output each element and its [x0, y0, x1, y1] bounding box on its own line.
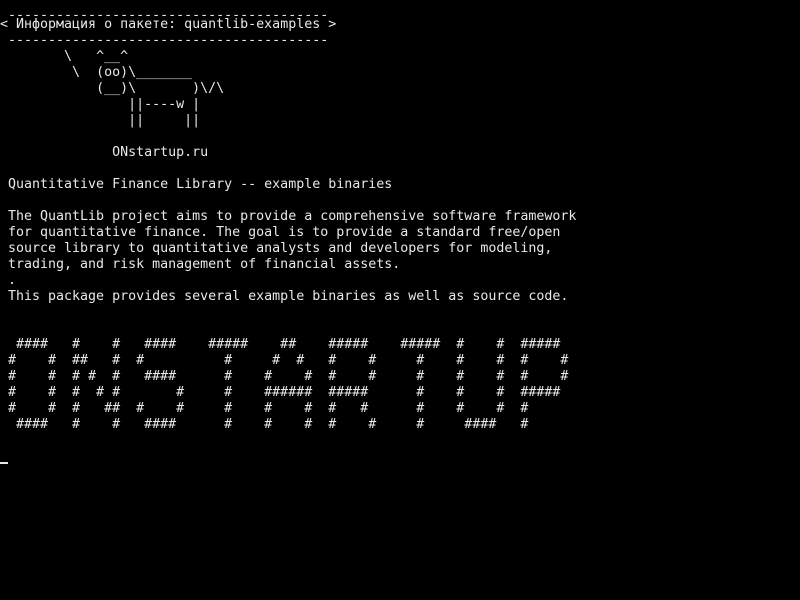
- package-description: The QuantLib project aims to provide a c…: [8, 209, 577, 304]
- speech-bubble-bottom-border: ----------------------------------------: [0, 33, 329, 48]
- terminal-screen: ----------------------------------------…: [0, 0, 800, 600]
- terminal-cursor[interactable]: [0, 462, 8, 464]
- figlet-banner: #### # # #### ##### ## ##### ##### # # #…: [8, 337, 569, 432]
- package-summary: Quantitative Finance Library -- example …: [8, 177, 393, 192]
- speech-bubble-text: < Информация о пакете: quantlib-examples…: [0, 17, 337, 32]
- cowsay-ascii-art: \ ^__^ \ (oo)\_______ (__)\ )\/\ ||----w…: [64, 49, 225, 128]
- site-label: ONstartup.ru: [8, 145, 209, 160]
